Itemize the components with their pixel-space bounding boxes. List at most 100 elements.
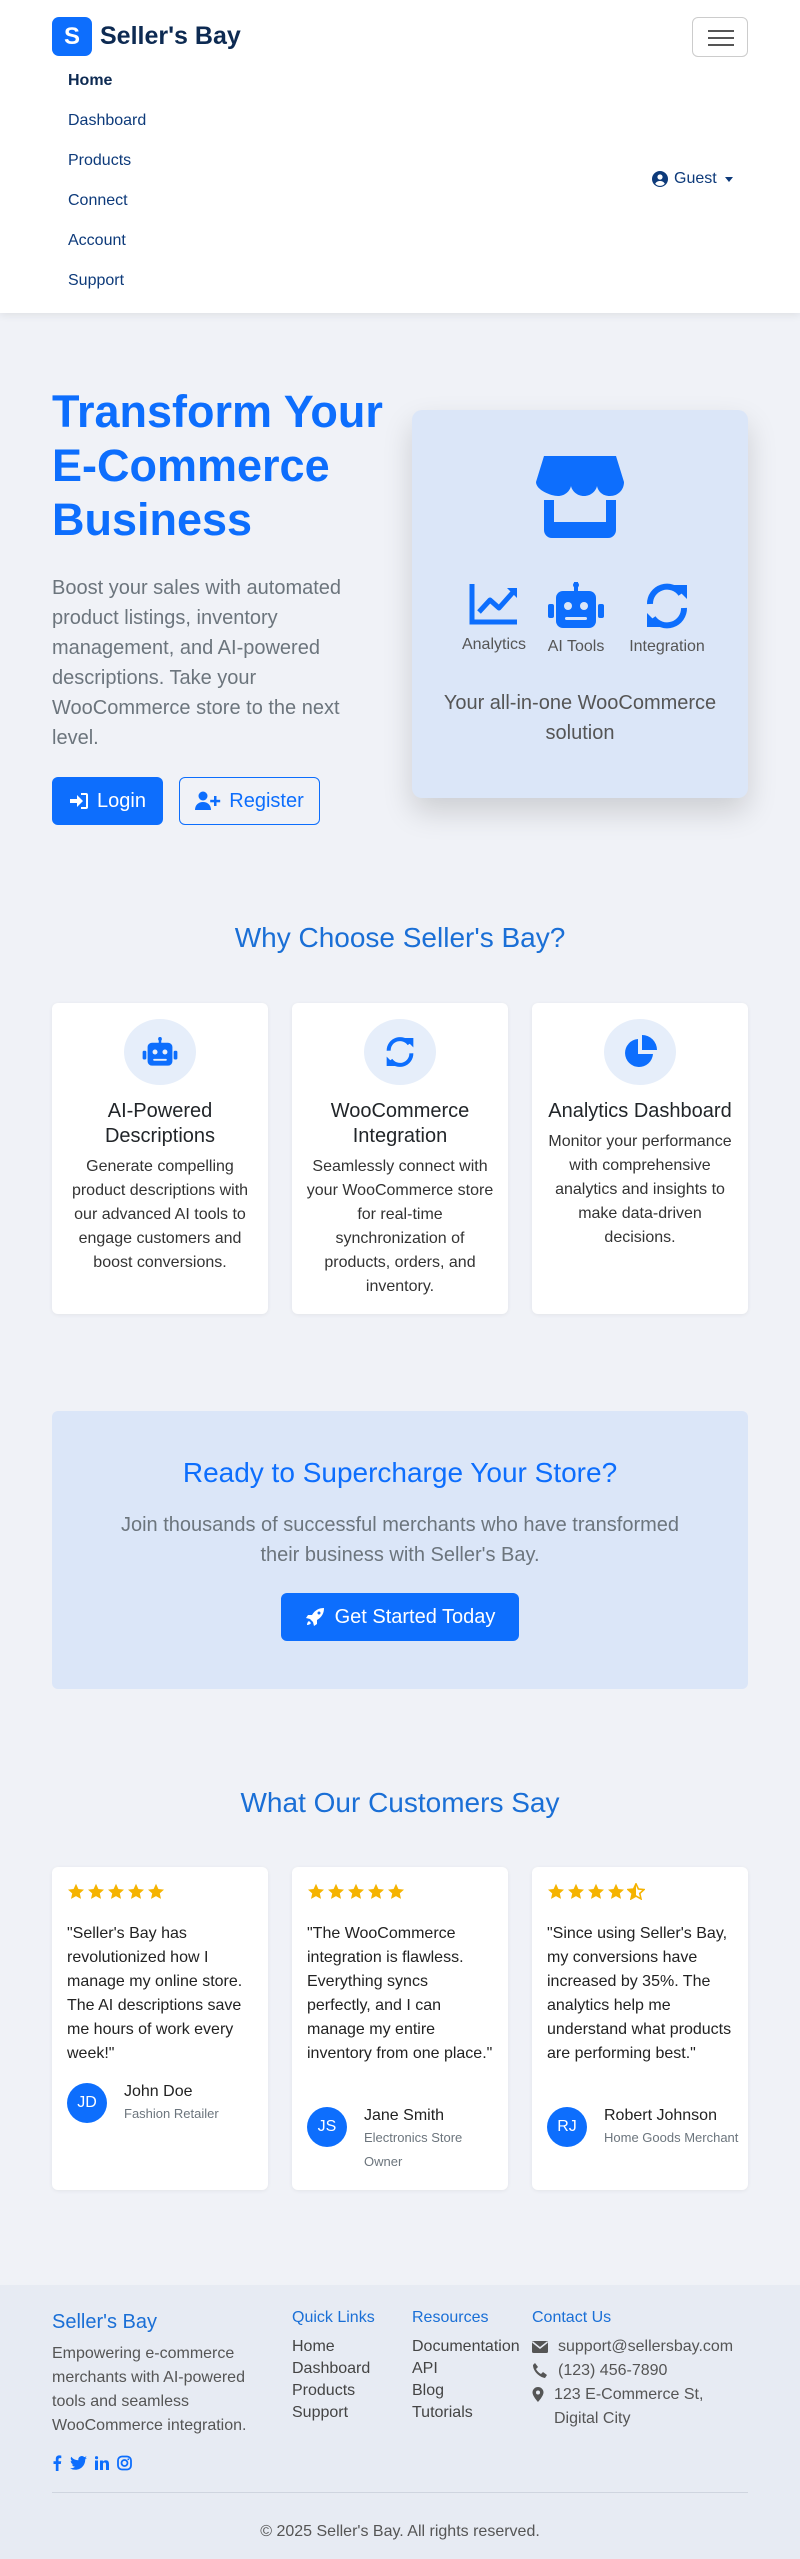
linkedin-icon[interactable] xyxy=(95,2455,109,2471)
star-rating xyxy=(307,1883,405,1900)
testimonial-name: Robert Johnson xyxy=(604,2107,717,2124)
cta-section: Ready to Supercharge Your Store? Join th… xyxy=(52,1411,748,1689)
get-started-button[interactable]: Get Started Today xyxy=(281,1593,519,1641)
footer-link-home[interactable]: Home xyxy=(292,2338,335,2356)
nav-products[interactable]: Products xyxy=(68,152,131,170)
testimonial-card: "Since using Seller's Bay, my conversion… xyxy=(532,1867,748,2190)
testimonial-role: Fashion Retailer xyxy=(124,2106,219,2121)
avatar: JS xyxy=(307,2107,347,2147)
navbar: S Seller's Bay Home Dashboard Products C… xyxy=(0,0,800,313)
pie-chart-icon xyxy=(625,1035,657,1067)
contact-phone-text: (123) 456-7890 xyxy=(558,2362,668,2379)
nav-support[interactable]: Support xyxy=(68,272,124,290)
feature-card-text: Generate compelling product descriptions… xyxy=(71,1158,249,1271)
copyright: © 2025 Seller's Bay. All rights reserved… xyxy=(260,2523,540,2540)
facebook-icon[interactable] xyxy=(52,2455,62,2471)
footer-link-support[interactable]: Support xyxy=(292,2404,348,2422)
user-circle-icon xyxy=(652,171,668,187)
footer-divider xyxy=(52,2492,748,2493)
feature-icon-circle xyxy=(124,1019,196,1085)
footer-link-documentation[interactable]: Documentation xyxy=(412,2338,520,2356)
sync-icon xyxy=(646,583,688,629)
cta-title: Ready to Supercharge Your Store? xyxy=(182,1457,618,1488)
contact-email[interactable]: support@sellersbay.com xyxy=(532,2335,733,2359)
feature-card-title: Analytics Dashboard xyxy=(548,1100,732,1122)
star-rating xyxy=(67,1883,165,1900)
feature-integration: Integration xyxy=(622,582,712,656)
feature-card-ai: AI-Powered Descriptions Generate compell… xyxy=(52,1003,268,1314)
feature-analytics: Analytics xyxy=(458,582,530,654)
register-button[interactable]: Register xyxy=(179,777,320,825)
sign-in-icon xyxy=(70,793,89,809)
user-label: Guest xyxy=(674,170,717,187)
contact-address: 123 E-Commerce St, Digital City xyxy=(532,2383,752,2431)
footer-link-api[interactable]: API xyxy=(412,2360,438,2378)
robot-icon xyxy=(142,1037,178,1066)
social-links xyxy=(52,2455,132,2471)
chart-line-icon xyxy=(469,584,517,625)
star-icon xyxy=(608,1883,624,1899)
feature-card-title: AI-Powered Descriptions xyxy=(104,1100,216,1147)
feature-icon-circle xyxy=(364,1019,436,1085)
star-icon xyxy=(588,1883,604,1899)
contact-phone[interactable]: (123) 456-7890 xyxy=(532,2359,667,2383)
logo-icon[interactable]: S xyxy=(52,17,92,56)
testimonial-name: John Doe xyxy=(124,2083,193,2100)
star-icon xyxy=(368,1883,384,1899)
register-label: Register xyxy=(229,789,304,812)
star-icon xyxy=(568,1883,584,1899)
login-label: Login xyxy=(97,789,146,812)
star-icon xyxy=(308,1883,324,1899)
footer-link-dashboard[interactable]: Dashboard xyxy=(292,2360,370,2378)
twitter-icon[interactable] xyxy=(70,2455,87,2471)
testimonial-card: "Seller's Bay has revolutionized how I m… xyxy=(52,1867,268,2190)
hero-title: Transform Your E-Commerce Business xyxy=(52,386,383,545)
testimonial-role: Electronics Store Owner xyxy=(364,2130,463,2169)
contact-address-text: 123 E-Commerce St, Digital City xyxy=(554,2386,704,2427)
menu-toggle-button[interactable] xyxy=(692,17,748,57)
testimonial-quote: "The WooCommerce integration is flawless… xyxy=(307,1925,493,2062)
contact-title: Contact Us xyxy=(532,2309,612,2326)
map-marker-icon xyxy=(532,2387,544,2402)
sync-icon xyxy=(386,1037,414,1067)
footer-link-products[interactable]: Products xyxy=(292,2382,355,2400)
star-icon xyxy=(68,1883,84,1899)
star-icon xyxy=(348,1883,364,1899)
footer-brand: Seller's Bay xyxy=(52,2311,157,2333)
footer-link-blog[interactable]: Blog xyxy=(412,2382,444,2400)
feature-card-title: WooCommerce Integration xyxy=(330,1100,470,1147)
star-icon xyxy=(88,1883,104,1899)
feature-card-analytics: Analytics Dashboard Monitor your perform… xyxy=(532,1003,748,1314)
nav-connect[interactable]: Connect xyxy=(68,192,128,210)
login-button[interactable]: Login xyxy=(52,777,163,825)
feature-label: Analytics xyxy=(461,636,527,653)
footer-description: Empowering e-commerce merchants with AI-… xyxy=(52,2345,247,2434)
user-plus-icon xyxy=(195,791,221,810)
feature-label: Integration xyxy=(629,638,705,655)
avatar: RJ xyxy=(547,2107,587,2147)
nav-account[interactable]: Account xyxy=(68,232,126,250)
testimonial-card: "The WooCommerce integration is flawless… xyxy=(292,1867,508,2190)
nav-dashboard[interactable]: Dashboard xyxy=(68,112,146,130)
footer-link-tutorials[interactable]: Tutorials xyxy=(412,2404,473,2422)
nav-home[interactable]: Home xyxy=(68,72,112,90)
instagram-icon[interactable] xyxy=(117,2455,132,2471)
star-icon xyxy=(128,1883,144,1899)
feature-card-text: Monitor your performance with comprehens… xyxy=(548,1133,732,1246)
envelope-icon xyxy=(532,2341,548,2353)
star-icon xyxy=(548,1883,564,1899)
feature-card-text: Seamlessly connect with your WooCommerce… xyxy=(306,1158,494,1295)
testimonial-name: Jane Smith xyxy=(364,2107,445,2124)
contact-email-text: support@sellersbay.com xyxy=(558,2338,734,2355)
footer: Seller's Bay Empowering e-commerce merch… xyxy=(0,2285,800,2559)
testimonials-title: What Our Customers Say xyxy=(240,1787,560,1818)
avatar: JD xyxy=(67,2083,107,2123)
star-half-icon xyxy=(627,1883,645,1900)
star-icon xyxy=(108,1883,124,1899)
star-icon xyxy=(328,1883,344,1899)
hero-feature-card: Analytics AI Tools Integration Your all-… xyxy=(412,410,748,798)
feature-label: AI Tools xyxy=(547,638,605,655)
testimonial-role: Home Goods Merchant xyxy=(604,2130,739,2145)
user-dropdown[interactable]: Guest xyxy=(652,170,733,188)
brand-name[interactable]: Seller's Bay xyxy=(100,22,241,51)
